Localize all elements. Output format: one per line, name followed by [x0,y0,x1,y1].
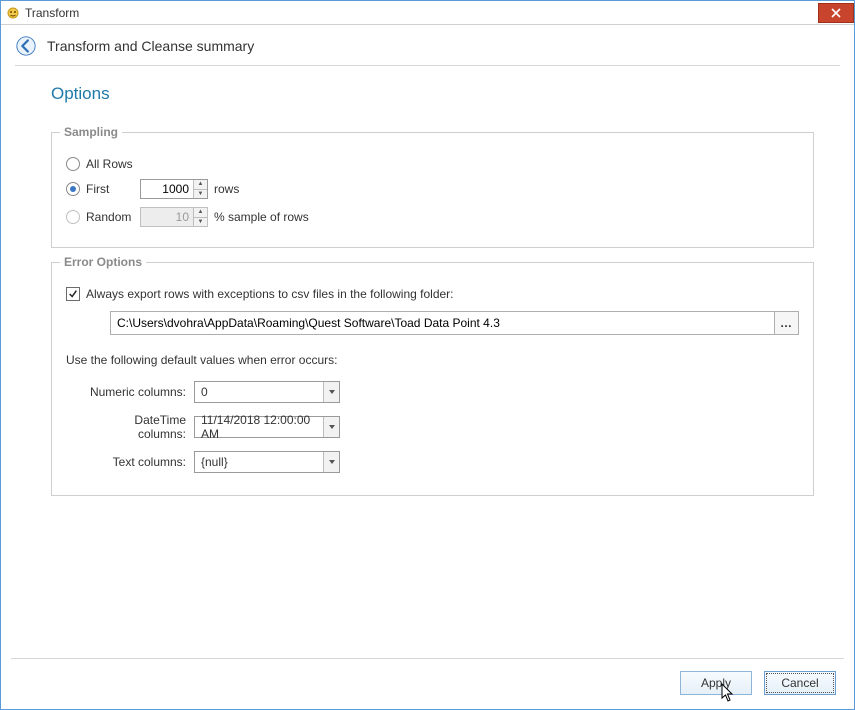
chevron-down-icon[interactable] [323,382,339,402]
transform-dialog: Transform Transform and Cleanse summary … [0,0,855,710]
text-columns-dropdown[interactable]: {null} [194,451,340,473]
header: Transform and Cleanse summary [1,25,854,65]
sampling-first-radio[interactable] [66,182,80,196]
error-options-legend: Error Options [60,255,146,269]
window-title: Transform [25,6,79,20]
app-icon [5,5,21,21]
cancel-button[interactable]: Cancel [764,671,836,695]
sampling-all-label: All Rows [86,157,133,171]
export-exceptions-label: Always export rows with exceptions to cs… [86,287,454,301]
error-folder-input[interactable] [110,311,775,335]
sampling-random-label: Random [86,210,134,224]
content: Options Sampling All Rows First ▲ ▼ rows [1,66,854,658]
text-columns-label: Text columns: [84,455,194,469]
sampling-first-label: First [86,182,134,196]
defaults-label: Use the following default values when er… [66,353,799,367]
sampling-all-row: All Rows [66,157,799,171]
back-icon[interactable] [15,35,37,57]
chevron-down-icon[interactable] [323,452,339,472]
sampling-first-row: First ▲ ▼ rows [66,179,799,199]
ellipsis-icon: … [780,316,793,330]
datetime-columns-value: 11/14/2018 12:00:00 AM [195,417,323,437]
sampling-random-row: Random ▲ ▼ % sample of rows [66,207,799,227]
sampling-random-spinner: ▲ ▼ [140,207,208,227]
error-folder-row: … [110,311,799,335]
sampling-group: Sampling All Rows First ▲ ▼ rows [51,132,814,248]
options-heading: Options [51,84,814,104]
spinner-down-icon[interactable]: ▼ [194,189,207,199]
sampling-first-suffix: rows [214,182,239,196]
close-button[interactable] [818,3,854,23]
titlebar: Transform [1,1,854,25]
footer: Apply Cancel [1,659,854,709]
spinner-down-icon: ▼ [194,217,207,227]
text-default-row: Text columns: {null} [66,451,799,473]
datetime-columns-label: DateTime columns: [84,413,194,441]
numeric-default-row: Numeric columns: 0 [66,381,799,403]
datetime-default-row: DateTime columns: 11/14/2018 12:00:00 AM [66,413,799,441]
export-exceptions-row: Always export rows with exceptions to cs… [66,287,799,301]
numeric-columns-dropdown[interactable]: 0 [194,381,340,403]
sampling-random-input [141,208,193,226]
chevron-down-icon[interactable] [323,417,339,437]
sampling-first-spinner[interactable]: ▲ ▼ [140,179,208,199]
text-columns-value: {null} [195,452,323,472]
sampling-all-radio[interactable] [66,157,80,171]
datetime-columns-dropdown[interactable]: 11/14/2018 12:00:00 AM [194,416,340,438]
sampling-legend: Sampling [60,125,122,139]
sampling-random-radio[interactable] [66,210,80,224]
sampling-random-suffix: % sample of rows [214,210,309,224]
numeric-columns-value: 0 [195,382,323,402]
export-exceptions-checkbox[interactable] [66,287,80,301]
spinner-up-icon: ▲ [194,208,207,217]
browse-button[interactable]: … [775,311,799,335]
page-title: Transform and Cleanse summary [47,38,254,54]
apply-button[interactable]: Apply [680,671,752,695]
error-options-group: Error Options Always export rows with ex… [51,262,814,496]
spinner-up-icon[interactable]: ▲ [194,180,207,189]
sampling-first-input[interactable] [141,180,193,198]
numeric-columns-label: Numeric columns: [84,385,194,399]
